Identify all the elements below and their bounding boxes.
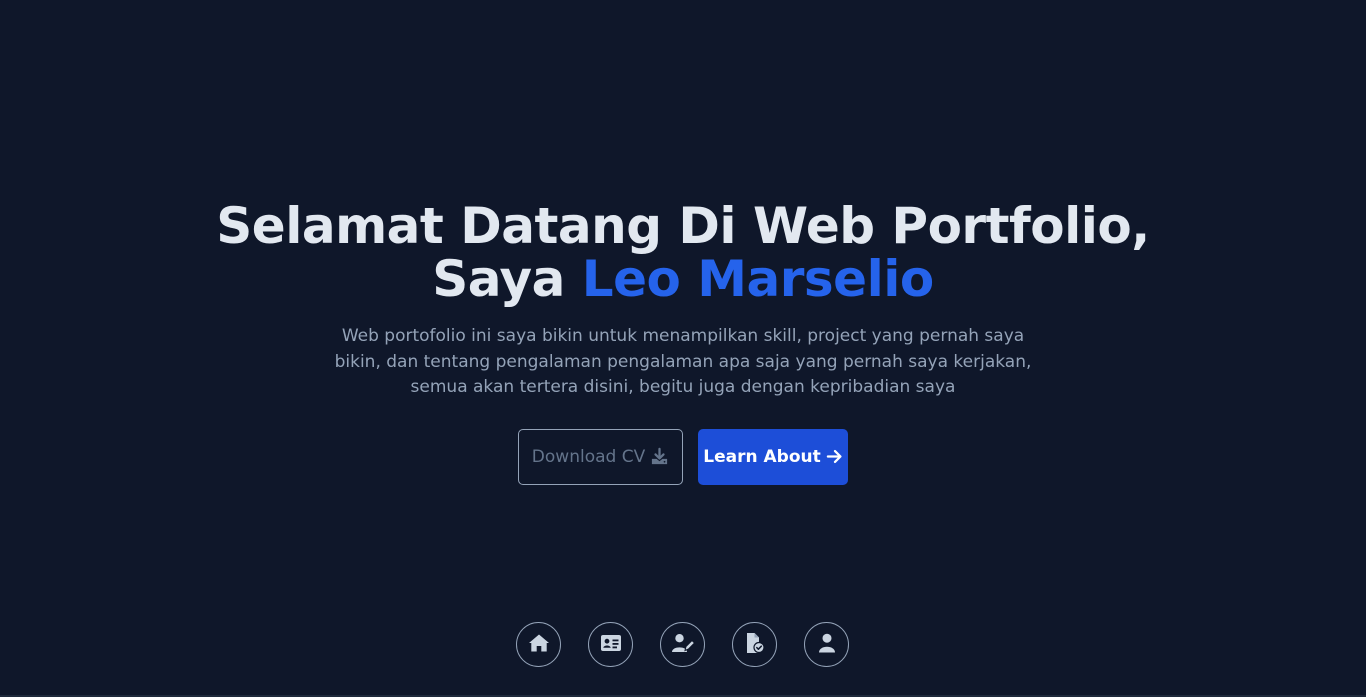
page: Selamat Datang Di Web Portfolio, Saya Le…: [0, 0, 1366, 697]
bottom-nav: [516, 622, 849, 667]
nav-profile-card-button[interactable]: [588, 622, 633, 667]
id-card-icon: [600, 634, 622, 656]
download-cv-button[interactable]: Download CV: [518, 428, 683, 485]
download-icon: [650, 447, 669, 466]
arrow-right-icon: [826, 448, 843, 465]
user-icon: [818, 633, 836, 657]
hero-actions: Download CV Learn About: [0, 428, 1366, 485]
hero-section: Selamat Datang Di Web Portfolio, Saya Le…: [0, 200, 1366, 485]
headline-prefix: Saya: [432, 250, 565, 308]
hero-headline: Selamat Datang Di Web Portfolio, Saya Le…: [0, 200, 1366, 306]
learn-about-button[interactable]: Learn About: [698, 428, 848, 485]
download-cv-label: Download CV: [531, 446, 646, 467]
headline-line-1: Selamat Datang Di Web Portfolio,: [216, 197, 1150, 255]
user-pen-icon: [671, 633, 695, 657]
nav-home-button[interactable]: [516, 622, 561, 667]
nav-skills-button[interactable]: [660, 622, 705, 667]
nav-projects-button[interactable]: [732, 622, 777, 667]
hero-intro: Web portofolio ini saya bikin untuk mena…: [334, 326, 1032, 397]
nav-about-button[interactable]: [804, 622, 849, 667]
file-check-icon: [745, 632, 765, 658]
home-icon: [528, 633, 550, 657]
learn-about-label: Learn About: [703, 446, 821, 467]
headline-name: Leo Marselio: [581, 250, 934, 308]
